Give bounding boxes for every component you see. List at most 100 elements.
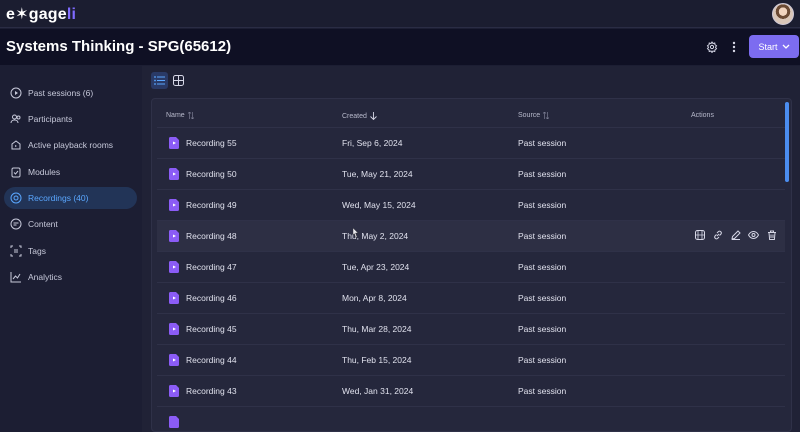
more-options-icon[interactable] <box>726 39 742 55</box>
sidebar-item-label: Modules <box>28 167 61 177</box>
file-icon <box>169 416 179 428</box>
sidebar-item-active-playback-rooms[interactable]: Active playback rooms <box>4 134 137 156</box>
grid-icon <box>173 75 184 86</box>
clipboard-icon <box>11 167 21 178</box>
recording-name[interactable]: Recording 44 <box>186 355 237 365</box>
recording-source: Past session <box>518 169 567 179</box>
start-button[interactable]: Start <box>749 35 799 58</box>
sidebar-item-label: Participants <box>28 114 73 124</box>
page-title: Systems Thinking - SPG(65612) <box>6 38 232 55</box>
main-content: Name Created Source Actions Recording 55… <box>142 66 800 432</box>
column-header-label: Actions <box>691 112 714 119</box>
recording-created: Wed, Jan 31, 2024 <box>342 386 414 396</box>
recording-source: Past session <box>518 138 567 148</box>
file-icon <box>169 261 179 273</box>
gear-icon[interactable] <box>704 39 720 55</box>
content-icon <box>10 218 22 230</box>
table-row[interactable]: Recording 50 Tue, May 21, 2024 Past sess… <box>157 158 785 189</box>
edit-icon[interactable] <box>730 229 741 240</box>
sidebar-item-participants[interactable]: Participants <box>4 108 137 130</box>
table-row[interactable]: Recording 44 Thu, Feb 15, 2024 Past sess… <box>157 344 785 375</box>
sort-icon <box>543 112 550 119</box>
recording-created: Thu, Mar 28, 2024 <box>342 324 412 334</box>
file-icon <box>169 292 179 304</box>
recording-source: Past session <box>518 386 567 396</box>
table-row[interactable]: Recording 45 Thu, Mar 28, 2024 Past sess… <box>157 313 785 344</box>
table-row[interactable]: Recording 46 Mon, Apr 8, 2024 Past sessi… <box>157 282 785 313</box>
sort-icon <box>187 112 194 119</box>
sidebar-item-content[interactable]: Content <box>4 213 137 235</box>
recording-name[interactable]: Recording 50 <box>186 169 237 179</box>
top-bar: e✶gageli <box>0 0 800 28</box>
file-icon <box>169 168 179 180</box>
column-header-created[interactable]: Created <box>342 112 377 120</box>
recording-created: Thu, Feb 15, 2024 <box>342 355 412 365</box>
recording-created: Wed, May 15, 2024 <box>342 200 416 210</box>
recording-source: Past session <box>518 200 567 210</box>
recording-name[interactable]: Recording 49 <box>186 200 237 210</box>
column-header-label: Created <box>342 112 367 120</box>
column-header-source[interactable]: Source <box>518 112 550 119</box>
trash-icon[interactable] <box>766 229 777 240</box>
sidebar-item-analytics[interactable]: Analytics <box>4 266 137 288</box>
film-icon[interactable] <box>694 229 705 240</box>
sidebar: Past sessions (6) Participants Active pl… <box>0 66 142 432</box>
chevron-down-icon <box>782 44 789 49</box>
sidebar-item-tags[interactable]: Tags <box>4 240 137 262</box>
recording-source: Past session <box>518 262 567 272</box>
sidebar-item-label: Active playback rooms <box>28 140 114 150</box>
sidebar-item-recordings[interactable]: Recordings (40) <box>4 187 137 209</box>
file-icon <box>169 230 179 242</box>
list-icon <box>154 76 165 85</box>
app-logo[interactable]: e✶gageli <box>6 4 76 24</box>
file-icon <box>169 385 179 397</box>
recording-name[interactable]: Recording 55 <box>186 138 237 148</box>
list-view-toggle[interactable] <box>151 72 168 89</box>
grid-view-toggle[interactable] <box>170 72 187 89</box>
row-actions <box>694 229 777 240</box>
eye-icon[interactable] <box>748 229 759 240</box>
recording-source: Past session <box>518 293 567 303</box>
user-avatar[interactable] <box>772 3 794 25</box>
column-header-label: Name <box>166 112 185 119</box>
table-row[interactable]: Recording 47 Tue, Apr 23, 2024 Past sess… <box>157 251 785 282</box>
recording-name[interactable]: Recording 48 <box>186 231 237 241</box>
column-header-name[interactable]: Name <box>166 112 194 119</box>
logo-text-mid: ✶gage <box>15 6 67 23</box>
table-row[interactable]: Recording 43 Wed, Jan 31, 2024 Past sess… <box>157 375 785 406</box>
logo-text-left: e <box>6 6 16 23</box>
tag-icon <box>10 245 22 257</box>
arrow-down-icon <box>370 112 377 120</box>
sidebar-item-label: Content <box>28 219 58 229</box>
table-row[interactable]: Recording 55 Fri, Sep 6, 2024 Past sessi… <box>157 127 785 158</box>
table-scrollbar[interactable] <box>785 102 789 182</box>
file-icon <box>169 323 179 335</box>
recordings-table: Name Created Source Actions Recording 55… <box>151 98 792 432</box>
sidebar-item-past-sessions[interactable]: Past sessions (6) <box>4 82 137 104</box>
column-header-label: Source <box>518 112 541 119</box>
table-row[interactable]: Recording 49 Wed, May 15, 2024 Past sess… <box>157 189 785 220</box>
table-row-partial[interactable] <box>157 406 785 431</box>
recording-icon <box>10 192 22 204</box>
sidebar-item-label: Tags <box>28 246 46 256</box>
users-icon <box>10 114 21 124</box>
recording-name[interactable]: Recording 47 <box>186 262 237 272</box>
mouse-cursor-icon <box>353 228 359 238</box>
chart-icon <box>10 272 21 283</box>
play-circle-icon <box>10 87 22 99</box>
recording-name[interactable]: Recording 46 <box>186 293 237 303</box>
recording-source: Past session <box>518 324 567 334</box>
recording-created: Tue, May 21, 2024 <box>342 169 413 179</box>
recording-source: Past session <box>518 231 567 241</box>
file-icon <box>169 199 179 211</box>
room-icon <box>11 140 21 150</box>
page-header: Systems Thinking - SPG(65612) Start <box>0 29 800 65</box>
logo-text-right: li <box>66 6 77 23</box>
file-icon <box>169 354 179 366</box>
recording-name[interactable]: Recording 45 <box>186 324 237 334</box>
column-header-actions: Actions <box>691 112 714 119</box>
sidebar-item-modules[interactable]: Modules <box>4 161 137 183</box>
recording-name[interactable]: Recording 43 <box>186 386 237 396</box>
link-icon[interactable] <box>712 229 723 240</box>
table-row[interactable]: Recording 48 Thu, May 2, 2024 Past sessi… <box>157 220 785 251</box>
